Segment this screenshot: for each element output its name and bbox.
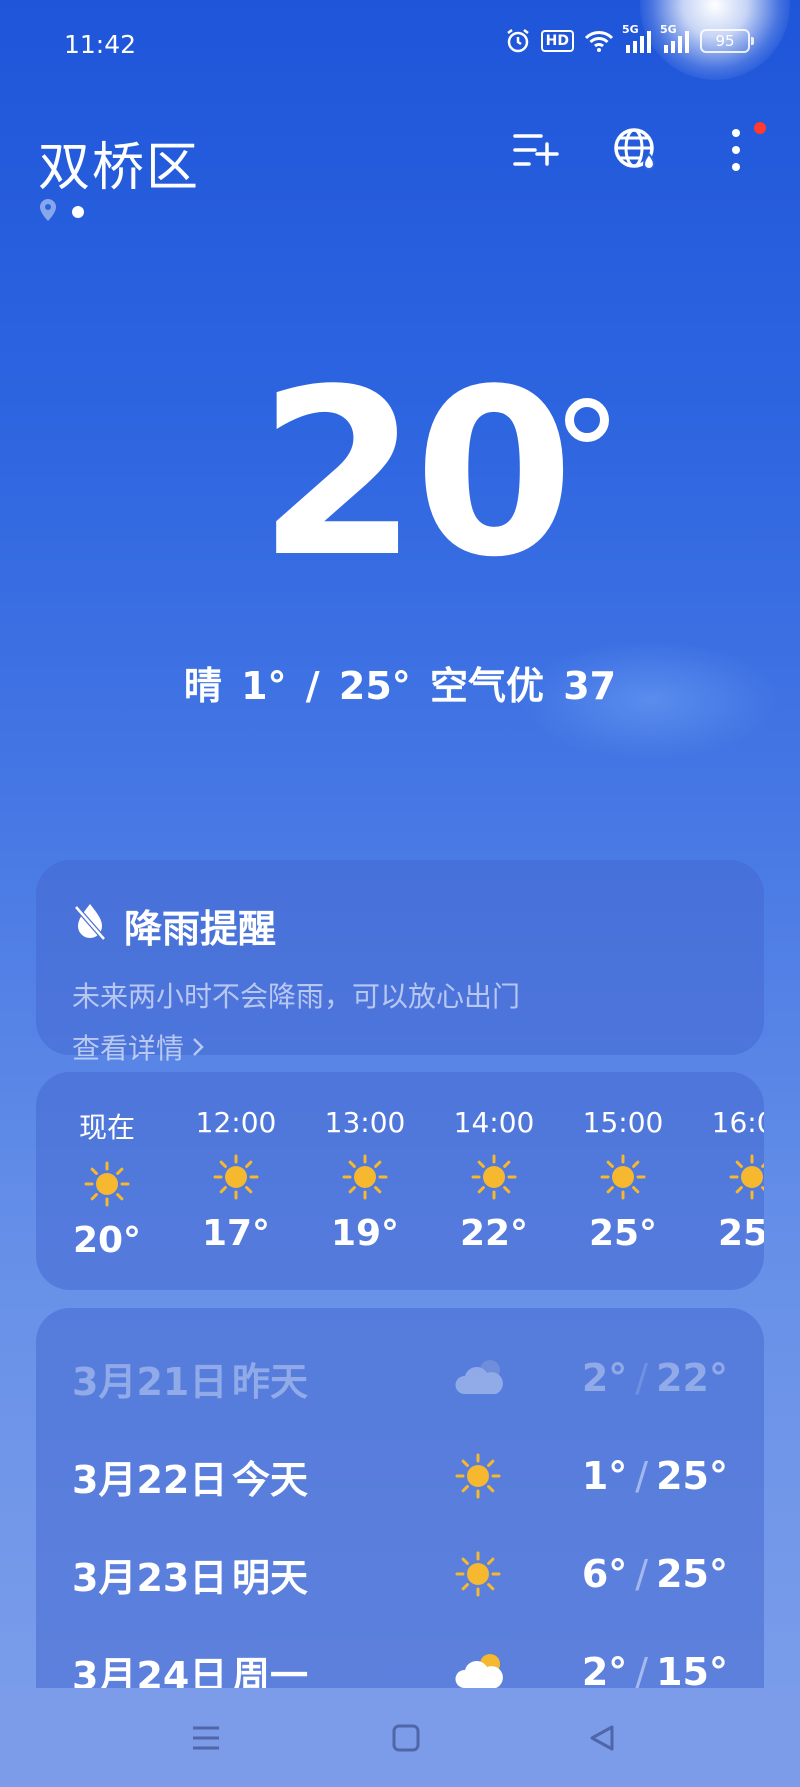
hourly-time: 现在 [78,1111,135,1144]
details-link-label: 查看详情 [72,1032,185,1065]
daily-high: 25° [656,1552,728,1596]
daily-high: 22° [656,1356,728,1400]
cell-signal-2-icon: 5G [660,23,690,53]
battery-indicator: 95 [700,29,754,53]
daily-temperature-range: 6°/25° [582,1552,728,1596]
daily-date: 3月22日 [72,1457,228,1502]
more-icon [730,128,742,176]
location-icon [38,198,58,226]
signal-1-label: 5G [622,23,639,36]
daily-low: 2° [581,1650,628,1688]
hourly-item[interactable]: 现在 20° [52,1106,162,1261]
sun-icon [728,1153,764,1201]
wifi-icon [584,29,614,53]
daily-day-label: 明天 [232,1555,309,1600]
menu-icon [191,1725,221,1755]
daily-temperature-range: 1°/25° [582,1454,728,1498]
nav-back-button[interactable] [582,1720,622,1760]
alarm-icon [505,28,531,54]
sun-icon [454,1452,506,1500]
back-triangle-icon [588,1724,616,1756]
chevron-right-icon [192,1031,204,1064]
sun-icon [212,1153,260,1201]
rain-alert-details-link[interactable]: 查看详情 [72,1027,728,1067]
hourly-time: 16:00 [711,1106,764,1139]
sun-icon [454,1550,506,1598]
temp-separator: / [635,1650,649,1688]
hourly-time: 15:00 [582,1106,664,1139]
hourly-item[interactable]: 13:00 19° [310,1106,420,1254]
header-actions [512,122,766,176]
daily-high: 25° [656,1454,728,1498]
hourly-time: 12:00 [195,1106,277,1139]
more-options-button[interactable] [712,122,766,176]
sun-icon [341,1153,389,1201]
daily-high: 15° [656,1650,728,1688]
nav-menu-button[interactable] [186,1720,226,1760]
daily-low: 1° [581,1454,628,1498]
hourly-item[interactable]: 12:00 17° [181,1106,291,1254]
daily-date: 3月24日 [72,1653,228,1689]
daily-day-label: 周一 [232,1653,309,1689]
hourly-item[interactable]: 15:00 25° [568,1106,678,1254]
city-name[interactable]: 双桥区 [38,125,200,200]
status-time: 11:42 [64,30,137,59]
home-square-icon [392,1724,420,1756]
status-bar: 11:42 HD 5G 5G 95 [0,0,800,90]
daily-forecast-card[interactable]: 3月21日 昨天 2°/22° 3月22日 今天 1°/25° 3月23日 明天 6°/25° 3… [36,1308,764,1688]
globe-weather-button[interactable] [612,128,660,176]
rain-alert-description: 未来两小时不会降雨，可以放心出门 [72,980,521,1013]
cloudy-icon [454,1354,506,1402]
hourly-time: 13:00 [324,1106,406,1139]
rain-alert-card[interactable]: 降雨提醒 未来两小时不会降雨，可以放心出门 查看详情 [36,860,764,1065]
hd-voice-badge: HD [540,30,574,52]
hourly-item[interactable]: 16:00 25° [697,1106,764,1254]
daily-date: 3月23日 [72,1555,228,1600]
daily-low: 2° [581,1356,628,1400]
hourly-temperature: 25° [717,1213,764,1254]
daily-row[interactable]: 3月22日 今天 1°/25° [72,1446,728,1506]
temp-separator: / [635,1356,649,1400]
temp-separator: / [635,1454,649,1498]
hourly-temperature: 20° [72,1220,142,1261]
hourly-temperature: 22° [459,1213,529,1254]
daily-row[interactable]: 3月24日 周一 2°/15° [72,1642,728,1688]
no-rain-icon [72,901,108,950]
partly-cloudy-icon [454,1648,506,1688]
hourly-time: 14:00 [453,1106,535,1139]
hourly-forecast-card[interactable]: 现在 20° 12:00 17° 13:00 19° 14:00 22° 15:00 25° 16:… [36,1072,764,1290]
city-page-indicator [38,198,84,226]
status-icons: HD 5G 5G 95 [505,23,754,54]
current-temperature: 20 [258,341,574,608]
daily-row[interactable]: 3月23日 明天 6°/25° [72,1544,728,1604]
rain-alert-header: 降雨提醒 [72,898,728,953]
system-navigation-bar [0,1690,800,1787]
daily-day-label: 今天 [232,1457,309,1502]
rain-alert-title: 降雨提醒 [124,907,277,951]
daily-row[interactable]: 3月21日 昨天 2°/22° [72,1348,728,1408]
cell-signal-1-icon: 5G [622,23,652,53]
degree-symbol [565,398,609,442]
globe-rain-icon [613,127,659,177]
daily-temperature-range: 2°/22° [582,1356,728,1400]
add-city-icon [513,130,559,174]
hourly-temperature: 25° [588,1213,658,1254]
notification-dot [754,122,766,134]
hourly-temperature: 19° [330,1213,400,1254]
daily-date: 3月21日 [72,1359,228,1404]
daily-day-label: 昨天 [232,1359,309,1404]
sun-icon [470,1153,518,1201]
signal-2-label: 5G [660,23,677,36]
nav-home-button[interactable] [386,1720,426,1760]
sun-icon [83,1160,131,1208]
weather-summary: 晴 1° / 25° 空气优 37 [183,664,617,708]
hourly-temperature: 17° [201,1213,271,1254]
daily-low: 6° [581,1552,628,1596]
daily-temperature-range: 2°/15° [582,1650,728,1688]
sun-icon [599,1153,647,1201]
hourly-item[interactable]: 14:00 22° [439,1106,549,1254]
temp-separator: / [635,1552,649,1596]
page-dot-active [72,206,84,218]
add-city-button[interactable] [512,128,560,176]
